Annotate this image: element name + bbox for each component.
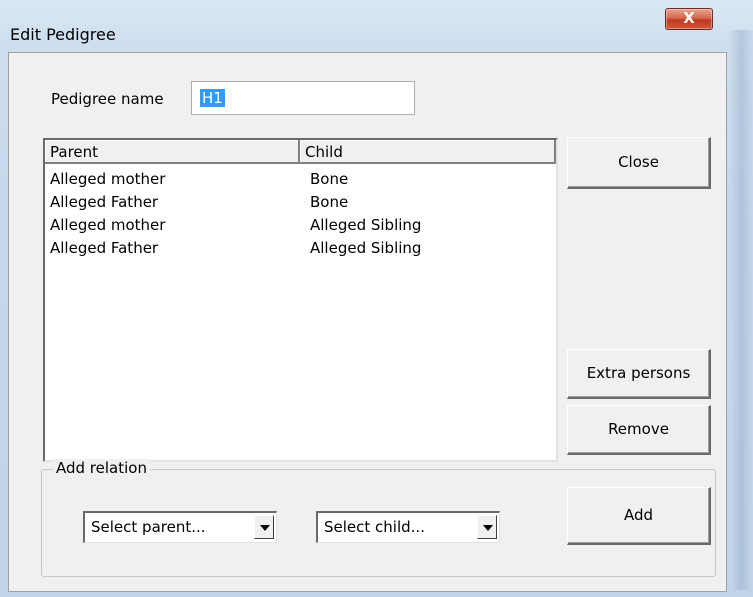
pedigree-name-label: Pedigree name xyxy=(51,90,164,108)
list-row[interactable]: Alleged Father Alleged Sibling xyxy=(45,237,556,260)
dropdown-arrow-icon[interactable] xyxy=(477,515,497,539)
select-parent-dropdown[interactable]: Select parent... xyxy=(83,511,277,543)
pedigree-name-value: H1 xyxy=(200,89,225,107)
close-button[interactable]: Close xyxy=(567,137,711,189)
cell-child: Bone xyxy=(310,170,349,188)
cell-parent: Alleged mother xyxy=(50,216,166,234)
list-row[interactable]: Alleged Father Bone xyxy=(45,191,556,214)
list-header: Parent Child xyxy=(45,140,556,164)
select-parent-value: Select parent... xyxy=(91,518,206,536)
extra-persons-button[interactable]: Extra persons xyxy=(567,349,711,399)
cell-parent: Alleged Father xyxy=(50,239,159,257)
cell-parent: Alleged mother xyxy=(50,170,166,188)
title-bar[interactable]: Edit Pedigree X xyxy=(0,0,753,52)
pedigree-name-input[interactable]: H1 xyxy=(191,81,415,115)
relations-list[interactable]: Parent Child Alleged mother Bone Alleged… xyxy=(43,138,558,462)
window-title: Edit Pedigree xyxy=(10,25,116,44)
add-button[interactable]: Add xyxy=(567,487,711,545)
list-row[interactable]: Alleged mother Alleged Sibling xyxy=(45,214,556,237)
cell-child: Alleged Sibling xyxy=(310,216,422,234)
column-header-child[interactable]: Child xyxy=(300,140,556,164)
dialog-client-area: Pedigree name H1 Parent Child Alleged mo… xyxy=(8,52,727,592)
remove-button[interactable]: Remove xyxy=(567,405,711,455)
list-row[interactable]: Alleged mother Bone xyxy=(45,168,556,191)
window-close-button[interactable]: X xyxy=(665,8,713,30)
dropdown-arrow-icon[interactable] xyxy=(254,515,274,539)
column-header-parent[interactable]: Parent xyxy=(45,140,300,164)
edit-pedigree-dialog: Edit Pedigree X Pedigree name H1 Parent … xyxy=(0,0,753,597)
select-child-value: Select child... xyxy=(324,518,425,536)
cell-child: Alleged Sibling xyxy=(310,239,422,257)
cell-parent: Alleged Father xyxy=(50,193,159,211)
select-child-dropdown[interactable]: Select child... xyxy=(316,511,500,543)
add-relation-group-label: Add relation xyxy=(53,459,150,477)
cell-child: Bone xyxy=(310,193,349,211)
